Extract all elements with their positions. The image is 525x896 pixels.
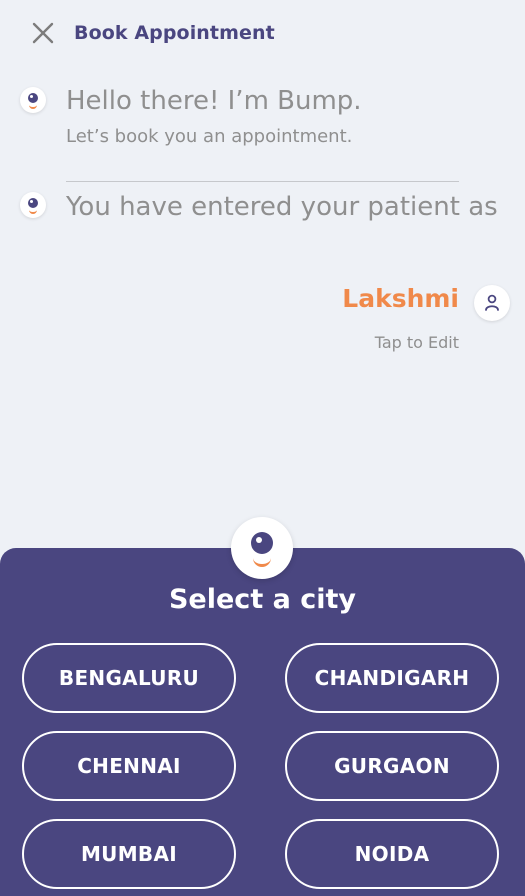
greeting-message: Hello there! I’m Bump. <box>66 86 362 116</box>
city-button-gurgaon[interactable]: GURGAON <box>285 731 499 801</box>
person-icon <box>485 294 499 311</box>
tap-to-edit-link[interactable]: Tap to Edit <box>375 333 459 352</box>
city-button-mumbai[interactable]: MUMBAI <box>22 819 236 889</box>
page-title: Book Appointment <box>74 22 275 44</box>
greeting-subtext: Let’s book you an appointment. <box>66 126 353 147</box>
city-button-noida[interactable]: NOIDA <box>285 819 499 889</box>
app-header: Book Appointment <box>0 0 525 68</box>
city-button-bengaluru[interactable]: BENGALURU <box>22 643 236 713</box>
user-avatar[interactable] <box>474 285 510 321</box>
bot-avatar-icon <box>20 192 46 218</box>
close-icon[interactable] <box>26 17 60 51</box>
close-button[interactable] <box>26 17 60 51</box>
sheet-title: Select a city <box>168 584 357 615</box>
bot-avatar-icon <box>20 87 46 113</box>
divider <box>66 181 459 182</box>
city-button-chandigarh[interactable]: CHANDIGARH <box>285 643 499 713</box>
bot-logo-icon <box>231 517 293 579</box>
patient-prompt-message: You have entered your patient as <box>66 192 498 222</box>
patient-name[interactable]: Lakshmi <box>342 284 459 313</box>
city-button-chennai[interactable]: CHENNAI <box>22 731 236 801</box>
